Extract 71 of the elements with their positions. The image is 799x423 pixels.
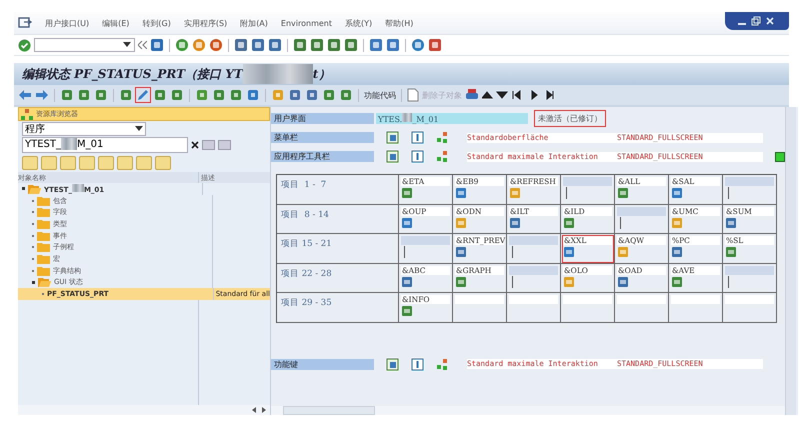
function-icon xyxy=(671,216,683,228)
hierarchy-icon[interactable] xyxy=(436,358,449,370)
close-icon[interactable] xyxy=(765,16,775,26)
function-icon xyxy=(509,216,521,228)
function-icon xyxy=(563,246,575,258)
function-icon xyxy=(509,187,521,199)
scroll-arrows-icon[interactable] xyxy=(252,407,266,413)
display-icon[interactable] xyxy=(386,131,399,144)
hierarchy-icon xyxy=(21,108,33,120)
object-type-dropdown[interactable]: 程序 xyxy=(22,122,146,136)
command-field[interactable] xyxy=(34,38,135,52)
function-code-button[interactable]: 功能代码 xyxy=(364,90,396,100)
display-icon[interactable] xyxy=(386,358,399,370)
menu-item[interactable]: 附加(A) xyxy=(240,18,268,28)
function-icon xyxy=(455,276,467,288)
field-label: 应用程序工具栏 xyxy=(271,151,374,162)
function-icon xyxy=(617,246,629,258)
display-button[interactable] xyxy=(218,140,231,150)
masked-text xyxy=(242,64,313,84)
user-interface-field[interactable]: YTES. _M_01 xyxy=(376,113,528,124)
menu-icon[interactable] xyxy=(18,17,32,29)
screen-title: t） xyxy=(312,66,330,82)
enter-icon[interactable] xyxy=(18,38,31,52)
function-icon xyxy=(455,246,467,258)
field-label: 菜单栏 xyxy=(271,132,374,143)
field-label: 用户界面 xyxy=(271,113,374,124)
forward-arrow-icon[interactable] xyxy=(35,88,49,102)
hierarchy-icon[interactable] xyxy=(436,131,449,144)
function-icon xyxy=(617,187,629,199)
item-range-label: 项目 1 - 7 xyxy=(277,175,399,204)
menu-item[interactable]: 转到(G) xyxy=(142,18,171,28)
menu-item[interactable]: Environment xyxy=(280,18,332,28)
display-icon[interactable] xyxy=(386,150,399,163)
function-icon xyxy=(563,216,575,228)
function-icon xyxy=(725,216,737,228)
hierarchy-icon[interactable] xyxy=(436,150,449,163)
function-icon xyxy=(671,246,683,258)
pencil-icon[interactable] xyxy=(136,88,150,102)
function-icon xyxy=(671,276,683,288)
screen-title: 编辑状态 PF_STATUS_PRT（接口 YT xyxy=(22,66,243,82)
item-range-label: 项目 29 - 35 xyxy=(277,293,399,322)
function-icon xyxy=(455,216,467,228)
dropdown-icon[interactable] xyxy=(123,42,131,48)
vertical-scrollbar[interactable] xyxy=(785,107,796,415)
dropdown-icon[interactable] xyxy=(135,126,143,132)
clear-icon[interactable] xyxy=(191,141,199,149)
item-range-label: 项目 22 - 28 xyxy=(277,264,399,293)
item-range-label: 项目 15 - 21 xyxy=(277,234,399,264)
function-icon xyxy=(455,187,467,199)
menu-item[interactable]: 实用程序(S) xyxy=(184,18,228,28)
field-label: 功能键 xyxy=(271,358,374,370)
function-icon xyxy=(671,187,683,199)
menu-item[interactable]: 编辑(E) xyxy=(102,18,130,28)
item-range-label: 项目 8 - 14 xyxy=(277,204,399,234)
restore-icon[interactable] xyxy=(751,16,761,26)
object-name-field[interactable]: YTEST_ M_01 xyxy=(22,137,188,153)
back-arrow-icon[interactable] xyxy=(18,88,32,102)
function-icon xyxy=(563,276,575,288)
function-icon xyxy=(401,276,413,288)
function-icon xyxy=(725,246,737,258)
function-icon xyxy=(401,305,413,317)
function-icon xyxy=(401,216,413,228)
menu-item[interactable]: 系统(Y) xyxy=(345,18,372,28)
collapse-icon[interactable] xyxy=(138,41,147,49)
status-text: 未激活（已修订） xyxy=(534,110,606,127)
function-icon xyxy=(401,187,413,199)
function-icon xyxy=(617,276,629,288)
menu-item[interactable]: 用户接口(U) xyxy=(45,18,90,28)
menu-item[interactable]: 帮助(H) xyxy=(385,18,414,28)
scrollbar-thumb[interactable] xyxy=(283,406,375,415)
document-icon[interactable] xyxy=(407,88,419,102)
